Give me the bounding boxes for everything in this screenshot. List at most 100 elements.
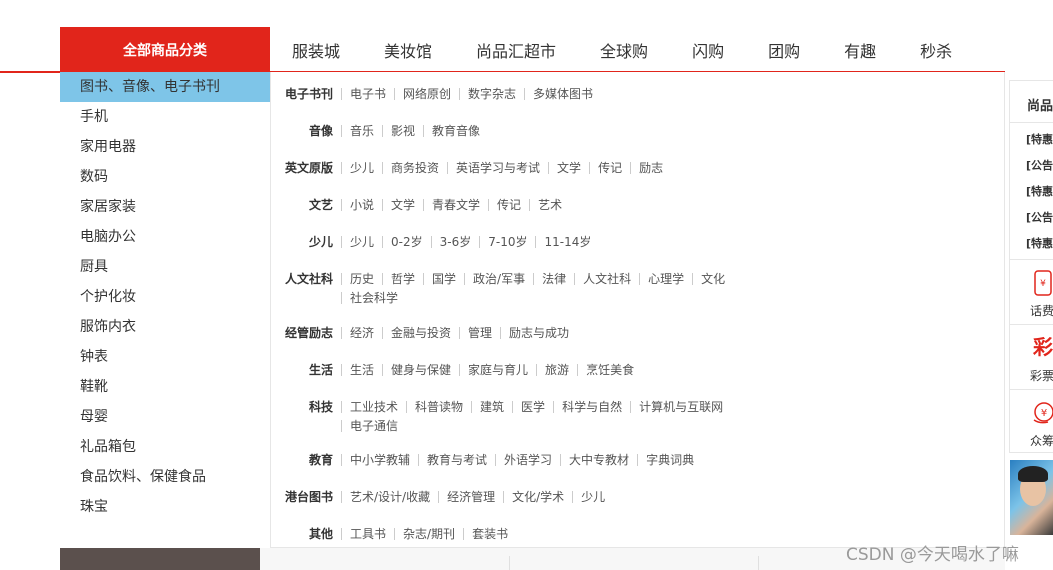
subcategory-link[interactable]: 商务投资 bbox=[382, 162, 447, 174]
subcategory-link[interactable]: 家庭与育儿 bbox=[459, 364, 536, 376]
subcategory-link[interactable]: 经济管理 bbox=[438, 491, 503, 503]
subcategory-link[interactable]: 艺术/设计/收藏 bbox=[341, 491, 438, 503]
sidebar-item-apparel[interactable]: 服饰内衣 bbox=[60, 312, 270, 342]
nav-item-clothing[interactable]: 服装城 bbox=[292, 38, 340, 62]
subcategory-link[interactable]: 外语学习 bbox=[495, 454, 560, 466]
sidebar-item-digital[interactable]: 数码 bbox=[60, 162, 270, 192]
subcategory-link[interactable]: 数字杂志 bbox=[459, 88, 524, 100]
sidebar-item-baby[interactable]: 母婴 bbox=[60, 402, 270, 432]
sidebar-item-computers[interactable]: 电脑办公 bbox=[60, 222, 270, 252]
subcategory-link[interactable]: 历史 bbox=[341, 273, 382, 285]
subcategory-link[interactable]: 经济 bbox=[341, 327, 382, 339]
subcategory-link[interactable]: 旅游 bbox=[536, 364, 577, 376]
nav-item-seckill[interactable]: 秒杀 bbox=[920, 38, 952, 62]
subcategory-link[interactable]: 国学 bbox=[423, 273, 464, 285]
subcategory-link[interactable]: 青春文学 bbox=[423, 199, 488, 211]
subcategory-link[interactable]: 音乐 bbox=[341, 125, 382, 137]
subcategory-link[interactable]: 11-14岁 bbox=[535, 236, 599, 248]
subcategory-link[interactable]: 励志与成功 bbox=[500, 327, 577, 339]
subcategory-link[interactable]: 励志 bbox=[630, 162, 671, 174]
subcategory-link[interactable]: 生活 bbox=[341, 364, 382, 376]
sidebar-item-shoes[interactable]: 鞋靴 bbox=[60, 372, 270, 402]
nav-item-group[interactable]: 团购 bbox=[768, 38, 800, 62]
subcategory-link[interactable]: 影视 bbox=[382, 125, 423, 137]
subcategory-link[interactable]: 杂志/期刊 bbox=[394, 528, 463, 540]
row-title[interactable]: 电子书刊 bbox=[271, 85, 341, 104]
subcategory-link[interactable]: 字典词典 bbox=[637, 454, 702, 466]
subcategory-link[interactable]: 传记 bbox=[488, 199, 529, 211]
subcategory-link[interactable]: 教育与考试 bbox=[418, 454, 495, 466]
subcategory-link[interactable]: 金融与投资 bbox=[382, 327, 459, 339]
sidebar-item-jewelry[interactable]: 珠宝 bbox=[60, 492, 270, 522]
subcategory-link[interactable]: 3-6岁 bbox=[430, 236, 480, 248]
subcategory-link[interactable]: 教育音像 bbox=[423, 125, 488, 137]
subcategory-link[interactable]: 社会科学 bbox=[341, 292, 406, 304]
subcategory-link[interactable]: 工具书 bbox=[341, 528, 394, 540]
row-title[interactable]: 生活 bbox=[271, 361, 341, 380]
subcategory-link[interactable]: 少儿 bbox=[572, 491, 613, 503]
row-title[interactable]: 文艺 bbox=[271, 196, 341, 215]
nav-item-beauty[interactable]: 美妆馆 bbox=[384, 38, 432, 62]
news-item[interactable]: [公告 bbox=[1026, 157, 1053, 173]
subcategory-link[interactable]: 英语学习与考试 bbox=[447, 162, 548, 174]
news-item[interactable]: [公告 bbox=[1026, 209, 1053, 225]
row-title[interactable]: 教育 bbox=[271, 451, 341, 470]
subcategory-link[interactable]: 哲学 bbox=[382, 273, 423, 285]
sidebar-item-food[interactable]: 食品饮料、保健食品 bbox=[60, 462, 270, 492]
subcategory-link[interactable]: 电子书 bbox=[341, 88, 394, 100]
subcategory-link[interactable]: 健身与保健 bbox=[382, 364, 459, 376]
subcategory-link[interactable]: 中小学教辅 bbox=[341, 454, 418, 466]
nav-item-fun[interactable]: 有趣 bbox=[844, 38, 876, 62]
service-recharge[interactable]: ¥ 话费 bbox=[1010, 259, 1053, 324]
row-title[interactable]: 少儿 bbox=[271, 233, 341, 252]
subcategory-link[interactable]: 工业技术 bbox=[341, 401, 406, 413]
row-title[interactable]: 英文原版 bbox=[271, 159, 341, 178]
subcategory-link[interactable]: 法律 bbox=[533, 273, 574, 285]
nav-item-global[interactable]: 全球购 bbox=[600, 38, 648, 62]
nav-item-supermarket[interactable]: 尚品汇超市 bbox=[476, 38, 556, 62]
all-categories-button[interactable]: 全部商品分类 bbox=[60, 27, 270, 72]
row-title[interactable]: 港台图书 bbox=[271, 488, 341, 507]
sidebar-item-books[interactable]: 图书、音像、电子书刊 bbox=[60, 72, 270, 102]
row-title[interactable]: 经管励志 bbox=[271, 324, 341, 343]
subcategory-link[interactable]: 套装书 bbox=[463, 528, 516, 540]
row-title[interactable]: 音像 bbox=[271, 122, 341, 141]
subcategory-link[interactable]: 小说 bbox=[341, 199, 382, 211]
service-crowdfunding[interactable]: ¥ 众筹 bbox=[1010, 389, 1053, 454]
news-item[interactable]: [特惠 bbox=[1026, 235, 1053, 251]
row-title[interactable]: 人文社科 bbox=[271, 270, 341, 308]
subcategory-link[interactable]: 管理 bbox=[459, 327, 500, 339]
subcategory-link[interactable]: 网络原创 bbox=[394, 88, 459, 100]
sidebar-item-phones[interactable]: 手机 bbox=[60, 102, 270, 132]
sidebar-item-watches[interactable]: 钟表 bbox=[60, 342, 270, 372]
subcategory-link[interactable]: 0-2岁 bbox=[382, 236, 431, 248]
news-item[interactable]: [特惠 bbox=[1026, 183, 1053, 199]
service-lottery[interactable]: 彩 彩票 bbox=[1010, 324, 1053, 389]
subcategory-link[interactable]: 计算机与互联网 bbox=[630, 401, 731, 413]
subcategory-link[interactable]: 科学与自然 bbox=[553, 401, 630, 413]
sidebar-item-home[interactable]: 家居家装 bbox=[60, 192, 270, 222]
subcategory-link[interactable]: 烹饪美食 bbox=[577, 364, 642, 376]
subcategory-link[interactable]: 心理学 bbox=[639, 273, 692, 285]
subcategory-link[interactable]: 政治/军事 bbox=[464, 273, 533, 285]
subcategory-link[interactable]: 7-10岁 bbox=[479, 236, 535, 248]
news-item[interactable]: [特惠 bbox=[1026, 131, 1053, 147]
subcategory-link[interactable]: 多媒体图书 bbox=[524, 88, 601, 100]
subcategory-link[interactable]: 文学 bbox=[548, 162, 589, 174]
subcategory-link[interactable]: 艺术 bbox=[529, 199, 570, 211]
row-title[interactable]: 其他 bbox=[271, 525, 341, 544]
promo-banner-image[interactable] bbox=[1010, 460, 1053, 535]
nav-item-flash[interactable]: 闪购 bbox=[692, 38, 724, 62]
subcategory-link[interactable]: 文化 bbox=[692, 273, 733, 285]
sidebar-item-kitchen[interactable]: 厨具 bbox=[60, 252, 270, 282]
subcategory-link[interactable]: 建筑 bbox=[471, 401, 512, 413]
subcategory-link[interactable]: 少儿 bbox=[341, 236, 382, 248]
subcategory-link[interactable]: 文化/学术 bbox=[503, 491, 572, 503]
sidebar-item-gifts-bags[interactable]: 礼品箱包 bbox=[60, 432, 270, 462]
row-title[interactable]: 科技 bbox=[271, 398, 341, 436]
subcategory-link[interactable]: 少儿 bbox=[341, 162, 382, 174]
subcategory-link[interactable]: 大中专教材 bbox=[560, 454, 637, 466]
subcategory-link[interactable]: 科普读物 bbox=[406, 401, 471, 413]
sidebar-item-appliances[interactable]: 家用电器 bbox=[60, 132, 270, 162]
subcategory-link[interactable]: 医学 bbox=[512, 401, 553, 413]
